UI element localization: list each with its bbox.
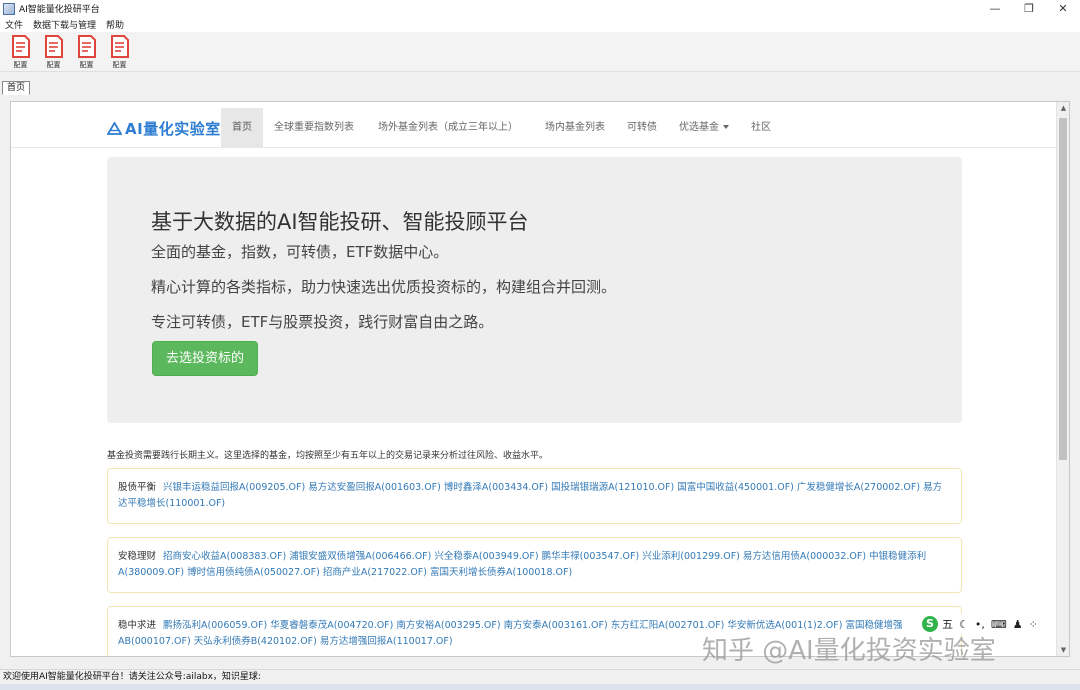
- fund-card-stable: 安稳理财 招商安心收益A(008383.OF) 浦银安盛双债增强A(006466…: [107, 537, 962, 593]
- fund-link[interactable]: 兴全稳泰A(003949.OF): [434, 551, 538, 562]
- fund-link[interactable]: 招商产业A(217022.OF): [323, 567, 427, 578]
- config-button-3[interactable]: 配置: [70, 32, 103, 71]
- fund-link[interactable]: 广发稳健增长A(270002.OF): [797, 482, 920, 493]
- status-bar: 欢迎使用AI智能量化投研平台！请关注公众号:ailabx，知识星球:: [0, 669, 1080, 684]
- nav-exchange-funds[interactable]: 场内基金列表: [534, 108, 616, 147]
- fund-card-balanced: 股债平衡 兴银丰运稳益回报A(009205.OF) 易方达安盈回报A(00160…: [107, 468, 962, 524]
- menu-bar: 文件 数据下载与管理 帮助: [0, 17, 1080, 32]
- nav-convertible-bonds[interactable]: 可转债: [616, 108, 668, 147]
- fund-link[interactable]: 天弘永利债券B(420102.OF): [194, 636, 317, 647]
- hero-line-3: 专注可转债，ETF与股票投资，践行财富自由之路。: [151, 313, 494, 331]
- web-view: AI量化实验室 首页 全球重要指数列表 场外基金列表（成立三年以上） 场内基金列…: [10, 101, 1070, 657]
- config-doc-icon: [11, 35, 30, 58]
- site-navbar: AI量化实验室 首页 全球重要指数列表 场外基金列表（成立三年以上） 场内基金列…: [11, 108, 1057, 148]
- ime-moon-icon[interactable]: ☾: [959, 618, 969, 631]
- config-button-label: 配置: [112, 61, 127, 69]
- hero-title: 基于大数据的AI智能投研、智能投顾平台: [151, 210, 529, 234]
- config-button-1[interactable]: 配置: [4, 32, 37, 71]
- hero-line-1: 全面的基金，指数，可转债，ETF数据中心。: [151, 243, 449, 261]
- nav-preferred-funds[interactable]: 优选基金: [668, 108, 740, 147]
- scroll-up-icon[interactable]: ▲: [1057, 102, 1069, 114]
- watermark: 知乎 @AI量化投资实验室: [702, 636, 996, 666]
- app-icon: [3, 2, 15, 15]
- ime-menu-icon[interactable]: ⁘: [1029, 618, 1038, 631]
- window-controls: — ❐ ✕: [978, 0, 1080, 17]
- close-icon[interactable]: ✕: [1046, 0, 1080, 17]
- fund-link[interactable]: 易方达增强回报A(110017.OF): [320, 636, 453, 647]
- fund-link[interactable]: 易方达安盈回报A(001603.OF): [308, 482, 441, 493]
- fund-link[interactable]: 南方安泰A(003161.OF): [504, 620, 608, 631]
- fund-link[interactable]: 鹏华丰禄(003547.OF): [542, 551, 640, 562]
- hero-line-2: 精心计算的各类指标，助力快速选出优质投资标的，构建组合并回测。: [151, 278, 617, 296]
- fund-link[interactable]: 兴银丰运稳益回报A(009205.OF): [163, 482, 305, 493]
- fund-link[interactable]: 兴业添利(001299.OF): [642, 551, 740, 562]
- nav-preferred-funds-label: 优选基金: [679, 122, 719, 133]
- fund-link[interactable]: 国富中国收益(450001.OF): [677, 482, 794, 493]
- site-nav: 首页 全球重要指数列表 场外基金列表（成立三年以上） 场内基金列表 可转债 优选…: [221, 108, 782, 147]
- brand-name: AI量化实验室: [125, 120, 221, 138]
- config-doc-icon: [110, 35, 129, 58]
- menu-data-download[interactable]: 数据下载与管理: [33, 18, 96, 31]
- minimize-icon[interactable]: —: [978, 0, 1012, 17]
- maximize-icon[interactable]: ❐: [1012, 0, 1046, 17]
- nav-community[interactable]: 社区: [740, 108, 782, 147]
- fund-link[interactable]: 富国天利增长债券A(100018.OF): [430, 567, 572, 578]
- ime-punct-icon[interactable]: •,: [975, 618, 985, 631]
- fund-link[interactable]: 国投瑞银瑞源A(121010.OF): [551, 482, 674, 493]
- window-titlebar: AI智能量化投研平台 — ❐ ✕: [0, 0, 1080, 17]
- fund-link[interactable]: 易方达信用债A(000032.OF): [743, 551, 866, 562]
- window-title: AI智能量化投研平台: [19, 5, 100, 15]
- config-button-2[interactable]: 配置: [37, 32, 70, 71]
- brand-logo-icon: [107, 122, 122, 135]
- fund-link[interactable]: 南方安裕A(003295.OF): [396, 620, 500, 631]
- card-category: 安稳理财: [118, 551, 157, 562]
- ime-keyboard-icon[interactable]: ⌨: [991, 618, 1007, 631]
- config-doc-icon: [77, 35, 96, 58]
- select-investments-button[interactable]: 去选投资标的: [152, 341, 258, 376]
- hero-panel: 基于大数据的AI智能投研、智能投顾平台 全面的基金，指数，可转债，ETF数据中心…: [107, 157, 962, 423]
- fund-link[interactable]: 招商安心收益A(008383.OF): [163, 551, 286, 562]
- taskbar-strip: [0, 684, 1080, 690]
- config-doc-icon: [44, 35, 63, 58]
- config-button-label: 配置: [46, 61, 61, 69]
- menu-file[interactable]: 文件: [5, 18, 23, 31]
- caret-down-icon: [723, 125, 729, 129]
- scrollbar-thumb[interactable]: [1059, 118, 1067, 460]
- fund-link[interactable]: 博时信用债纯债A(050027.OF): [187, 567, 320, 578]
- ime-user-icon[interactable]: ♟: [1013, 618, 1023, 631]
- toolbar: 配置 配置 配置 配置: [0, 32, 1080, 72]
- scroll-down-icon[interactable]: ▼: [1057, 644, 1069, 656]
- tab-home[interactable]: 首页: [2, 81, 31, 95]
- fund-link[interactable]: 华夏睿磐泰茂A(004720.OF): [270, 620, 393, 631]
- card-category: 稳中求进: [118, 620, 157, 631]
- nav-otc-funds[interactable]: 场外基金列表（成立三年以上）: [367, 108, 529, 147]
- vertical-scrollbar[interactable]: ▲ ▼: [1056, 102, 1069, 656]
- config-button-label: 配置: [79, 61, 94, 69]
- config-button-4[interactable]: 配置: [103, 32, 136, 71]
- config-button-label: 配置: [13, 61, 28, 69]
- site-brand[interactable]: AI量化实验室: [107, 118, 221, 139]
- fund-link[interactable]: 鹏扬泓利A(006059.OF): [163, 620, 267, 631]
- fund-link[interactable]: 博时鑫泽A(003434.OF): [444, 482, 548, 493]
- card-category: 股债平衡: [118, 482, 157, 493]
- menu-help[interactable]: 帮助: [106, 18, 124, 31]
- nav-global-indices[interactable]: 全球重要指数列表: [263, 108, 365, 147]
- fund-link[interactable]: 浦银安盛双债增强A(006466.OF): [289, 551, 431, 562]
- nav-home[interactable]: 首页: [221, 108, 263, 147]
- intro-text: 基金投资需要践行长期主义。这里选择的基金，均按照至少有五年以上的交易记录来分析过…: [107, 451, 549, 461]
